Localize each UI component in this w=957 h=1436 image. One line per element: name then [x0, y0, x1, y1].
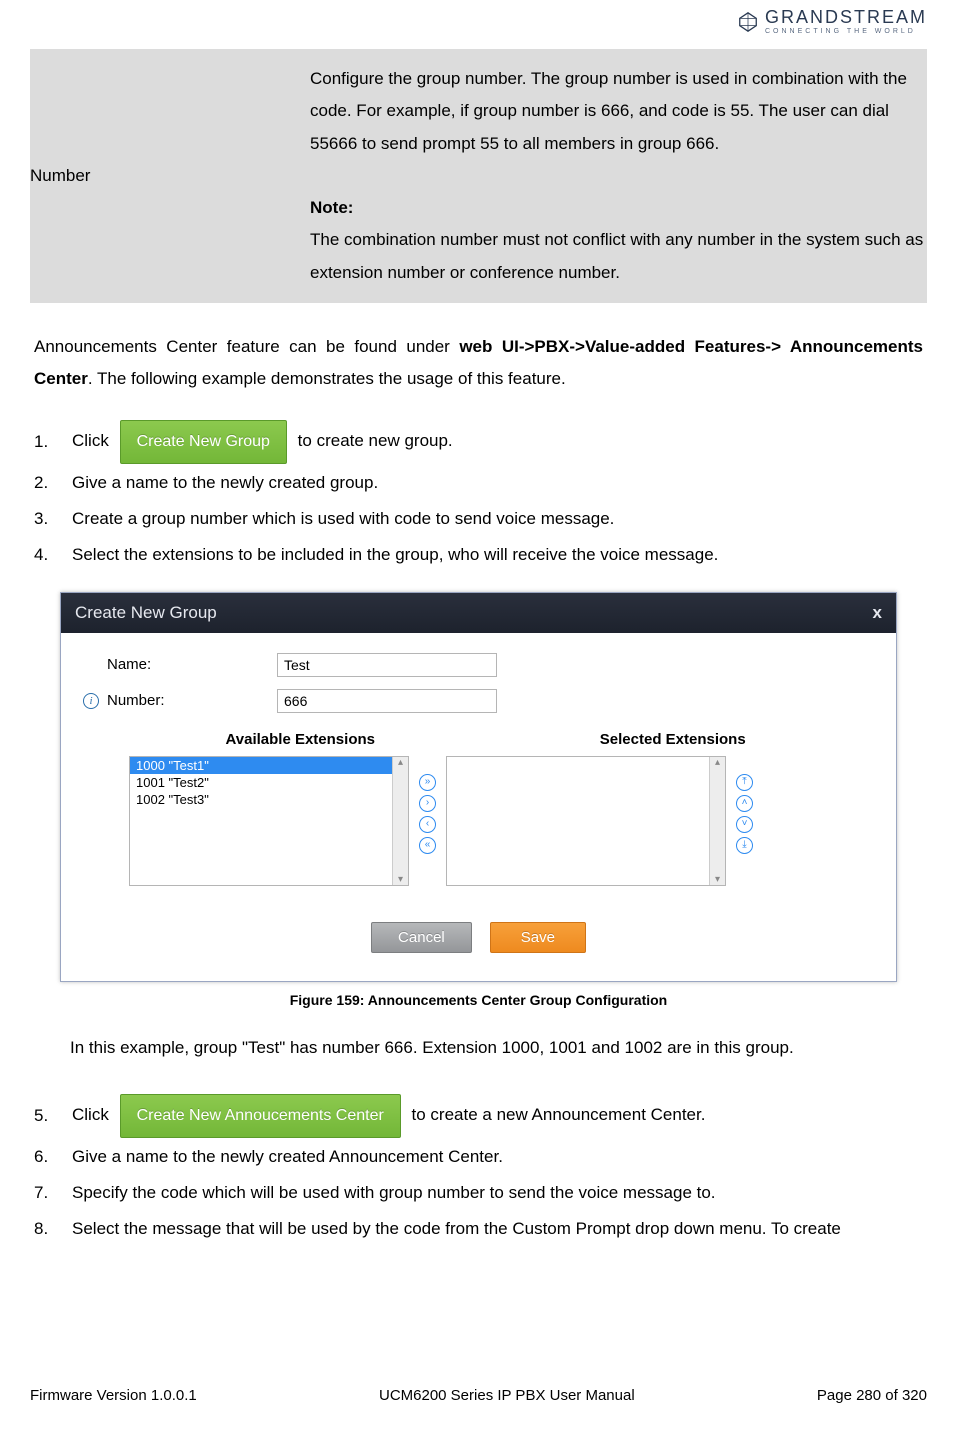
- param-note-text: The combination number must not conflict…: [310, 230, 923, 281]
- figure-caption: Figure 159: Announcements Center Group C…: [30, 992, 927, 1008]
- step-item: 6. Give a name to the newly created Anno…: [34, 1140, 923, 1174]
- move-top-button[interactable]: ⤒: [736, 774, 753, 791]
- param-name: Number: [30, 49, 300, 303]
- brand-logo-icon: [737, 11, 759, 33]
- intro-pre: Announcements Center feature can be foun…: [34, 337, 459, 356]
- step-number: 4.: [34, 538, 56, 572]
- list-item[interactable]: 1001 "Test2": [130, 774, 408, 791]
- step-item: 2. Give a name to the newly created grou…: [34, 466, 923, 500]
- create-group-dialog: Create New Group x Name: i Number: Avail…: [60, 592, 897, 982]
- step-item: 1. Click Create New Group to create new …: [34, 420, 923, 464]
- step-item: 3. Create a group number which is used w…: [34, 502, 923, 536]
- selected-extensions-list[interactable]: ▴▾: [446, 756, 726, 886]
- step-number: 1.: [34, 425, 56, 459]
- info-icon[interactable]: i: [83, 693, 99, 709]
- step-item: 8. Select the message that will be used …: [34, 1212, 923, 1246]
- name-input[interactable]: [277, 653, 497, 677]
- step-number: 6.: [34, 1140, 56, 1174]
- step-text: Create a group number which is used with…: [72, 502, 614, 536]
- step-number: 8.: [34, 1212, 56, 1246]
- step-text: Give a name to the newly created group.: [72, 466, 378, 500]
- step-text: Click Create New Group to create new gro…: [72, 420, 453, 464]
- save-button[interactable]: Save: [490, 922, 586, 953]
- move-down-button[interactable]: ˅: [736, 816, 753, 833]
- dialog-title-text: Create New Group: [75, 603, 217, 623]
- brand-tagline: CONNECTING THE WORLD: [765, 28, 927, 35]
- param-desc-text: Configure the group number. The group nu…: [310, 69, 907, 153]
- list-item[interactable]: 1002 "Test3": [130, 791, 408, 808]
- parameter-table: Number Configure the group number. The g…: [30, 49, 927, 303]
- create-new-announcements-center-button[interactable]: Create New Annoucements Center: [120, 1094, 401, 1138]
- list-item[interactable]: 1000 "Test1": [130, 757, 408, 774]
- move-all-right-button[interactable]: »: [419, 774, 436, 791]
- footer-title: UCM6200 Series IP PBX User Manual: [379, 1387, 635, 1404]
- move-left-button[interactable]: ‹: [419, 816, 436, 833]
- step-text: Click Create New Annoucements Center to …: [72, 1094, 705, 1138]
- step-text: Select the message that will be used by …: [72, 1212, 841, 1246]
- scrollbar[interactable]: ▴▾: [709, 757, 725, 885]
- form-row-name: Name:: [83, 653, 874, 677]
- intro-paragraph: Announcements Center feature can be foun…: [34, 331, 923, 396]
- available-header: Available Extensions: [129, 731, 472, 748]
- reorder-buttons: ⤒ ˄ ˅ ⤓: [736, 774, 753, 854]
- dialog-titlebar: Create New Group x: [61, 593, 896, 633]
- footer-firmware: Firmware Version 1.0.0.1: [30, 1387, 197, 1404]
- cancel-button[interactable]: Cancel: [371, 922, 472, 953]
- step-number: 7.: [34, 1176, 56, 1210]
- page-footer: Firmware Version 1.0.0.1 UCM6200 Series …: [30, 1387, 927, 1404]
- step-text: Select the extensions to be included in …: [72, 538, 718, 572]
- form-row-number: i Number:: [83, 689, 874, 713]
- step-text: Specify the code which will be used with…: [72, 1176, 716, 1210]
- number-input[interactable]: [277, 689, 497, 713]
- step-number: 5.: [34, 1099, 56, 1133]
- lists-row: 1000 "Test1" 1001 "Test2" 1002 "Test3" ▴…: [83, 756, 874, 886]
- chevron-down-icon: ▾: [715, 874, 720, 885]
- step-text: Give a name to the newly created Announc…: [72, 1140, 503, 1174]
- example-paragraph: In this example, group "Test" has number…: [70, 1032, 897, 1064]
- number-label: Number:: [107, 692, 277, 709]
- chevron-up-icon: ▴: [715, 757, 720, 768]
- step-number: 2.: [34, 466, 56, 500]
- scrollbar[interactable]: ▴▾: [392, 757, 408, 885]
- lists-header: Available Extensions Selected Extensions: [83, 731, 874, 748]
- step-item: 5. Click Create New Annoucements Center …: [34, 1094, 923, 1138]
- brand-logo: GRANDSTREAM CONNECTING THE WORLD: [737, 8, 927, 35]
- move-bottom-button[interactable]: ⤓: [736, 837, 753, 854]
- param-note-label: Note:: [310, 198, 353, 217]
- steps-list-1: 1. Click Create New Group to create new …: [34, 420, 923, 572]
- transfer-buttons: » › ‹ «: [419, 774, 436, 854]
- move-right-button[interactable]: ›: [419, 795, 436, 812]
- selected-header: Selected Extensions: [502, 731, 845, 748]
- move-all-left-button[interactable]: «: [419, 837, 436, 854]
- move-up-button[interactable]: ˄: [736, 795, 753, 812]
- create-new-group-button[interactable]: Create New Group: [120, 420, 287, 464]
- brand-name: GRANDSTREAM: [765, 8, 927, 26]
- chevron-down-icon: ▾: [398, 874, 403, 885]
- available-extensions-list[interactable]: 1000 "Test1" 1001 "Test2" 1002 "Test3" ▴…: [129, 756, 409, 886]
- footer-page: Page 280 of 320: [817, 1387, 927, 1404]
- step-item: 7. Specify the code which will be used w…: [34, 1176, 923, 1210]
- intro-post: . The following example demonstrates the…: [88, 369, 566, 388]
- steps-list-2: 5. Click Create New Annoucements Center …: [34, 1094, 923, 1246]
- param-description: Configure the group number. The group nu…: [300, 49, 927, 303]
- step-number: 3.: [34, 502, 56, 536]
- chevron-up-icon: ▴: [398, 757, 403, 768]
- dialog-close-button[interactable]: x: [873, 603, 882, 623]
- name-label: Name:: [107, 656, 277, 673]
- page-header: GRANDSTREAM CONNECTING THE WORLD: [30, 0, 927, 49]
- dialog-actions: Cancel Save: [83, 922, 874, 953]
- step-item: 4. Select the extensions to be included …: [34, 538, 923, 572]
